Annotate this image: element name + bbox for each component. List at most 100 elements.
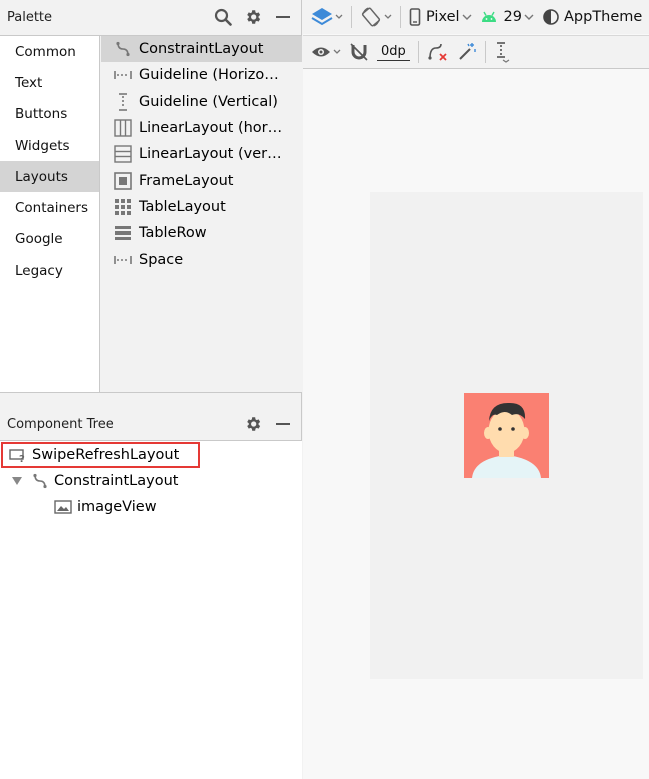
linear-layout-vertical-icon bbox=[113, 145, 133, 164]
clear-constraints-button[interactable] bbox=[423, 36, 453, 68]
design-surface-button[interactable] bbox=[303, 0, 347, 34]
palette-item-label: ConstraintLayout bbox=[139, 41, 264, 58]
table-row-icon bbox=[113, 224, 133, 242]
category-text[interactable]: Text bbox=[0, 67, 99, 98]
theme-label: AppTheme bbox=[564, 9, 643, 25]
constraint-layout-icon bbox=[113, 40, 133, 58]
space-icon bbox=[113, 251, 133, 269]
palette-item-linear-layout-vertical[interactable]: LinearLayout (ver… bbox=[101, 141, 302, 167]
palette-item-label: LinearLayout (hor… bbox=[139, 120, 283, 137]
guidelines-button[interactable] bbox=[490, 36, 514, 68]
gear-icon[interactable] bbox=[242, 6, 264, 28]
category-label: Buttons bbox=[15, 106, 68, 123]
palette-item-table-row[interactable]: TableRow bbox=[101, 220, 302, 246]
device-preview[interactable] bbox=[370, 192, 643, 679]
minimize-icon[interactable] bbox=[272, 413, 294, 435]
palette-item-space[interactable]: Space bbox=[101, 246, 302, 272]
default-margin-selector[interactable]: 0dp bbox=[373, 36, 414, 68]
category-google[interactable]: Google bbox=[0, 224, 99, 255]
swipe-refresh-layout-icon: ? bbox=[8, 446, 28, 464]
design-canvas[interactable] bbox=[303, 70, 649, 779]
design-toolbar: Pixel 29 AppTheme bbox=[303, 0, 649, 34]
phone-icon bbox=[409, 8, 421, 26]
theme-icon bbox=[543, 9, 559, 25]
category-label: Legacy bbox=[15, 262, 63, 279]
palette-item-label: Space bbox=[139, 251, 184, 268]
view-options-button[interactable] bbox=[303, 36, 345, 68]
guidelines-icon bbox=[496, 42, 510, 63]
device-label: Pixel bbox=[426, 9, 460, 25]
tree-node-constraint-layout[interactable]: ConstraintLayout bbox=[10, 468, 178, 494]
category-label: Google bbox=[15, 231, 63, 248]
infer-constraints-button[interactable] bbox=[453, 36, 481, 68]
theme-selector[interactable]: AppTheme bbox=[538, 0, 646, 34]
category-layouts[interactable]: Layouts bbox=[0, 161, 99, 193]
component-tree-header: Component Tree bbox=[0, 407, 302, 441]
tree-node-label: ConstraintLayout bbox=[54, 473, 179, 489]
eye-icon bbox=[312, 47, 330, 57]
left-panel: Palette Common Text Buttons Widgets Layo… bbox=[0, 0, 302, 779]
category-label: Text bbox=[15, 74, 43, 91]
chevron-down-icon bbox=[335, 14, 343, 19]
device-selector[interactable]: Pixel bbox=[405, 0, 476, 34]
minimize-icon[interactable] bbox=[272, 6, 294, 28]
magnet-off-icon bbox=[350, 43, 368, 61]
palette-items: ConstraintLayout Guideline (Horizo… Guid… bbox=[101, 36, 302, 392]
toolbar-separator bbox=[400, 6, 401, 28]
constraint-layout-icon bbox=[30, 472, 50, 490]
palette-categories: Common Text Buttons Widgets Layouts Cont… bbox=[0, 36, 100, 392]
category-containers[interactable]: Containers bbox=[0, 192, 99, 223]
toolbar-separator bbox=[351, 6, 352, 28]
gear-icon[interactable] bbox=[242, 413, 264, 435]
palette-item-frame-layout[interactable]: FrameLayout bbox=[101, 167, 302, 193]
api-level-selector[interactable]: 29 bbox=[476, 0, 538, 34]
magic-wand-icon bbox=[459, 43, 476, 60]
component-tree: ? SwipeRefreshLayout ConstraintLayout im… bbox=[0, 440, 302, 779]
palette-item-label: LinearLayout (ver… bbox=[139, 146, 282, 163]
palette-item-table-layout[interactable]: TableLayout bbox=[101, 194, 302, 220]
tree-node-image-view[interactable]: imageView bbox=[53, 494, 157, 520]
palette-item-linear-layout-horizontal[interactable]: LinearLayout (hor… bbox=[101, 115, 302, 141]
component-tree-title: Component Tree bbox=[7, 416, 114, 432]
chevron-down-icon bbox=[462, 14, 472, 20]
category-widgets[interactable]: Widgets bbox=[0, 130, 99, 161]
image-view-preview[interactable] bbox=[464, 393, 549, 478]
image-icon bbox=[53, 498, 73, 516]
palette-item-constraint-layout[interactable]: ConstraintLayout bbox=[101, 36, 302, 63]
category-legacy[interactable]: Legacy bbox=[0, 255, 99, 286]
expand-arrow-icon[interactable] bbox=[10, 472, 24, 490]
category-buttons[interactable]: Buttons bbox=[0, 99, 99, 130]
category-label: Layouts bbox=[15, 168, 68, 185]
autoconnect-toggle[interactable] bbox=[345, 36, 373, 68]
category-label: Widgets bbox=[15, 137, 70, 154]
tree-node-swipe-refresh-layout[interactable]: ? SwipeRefreshLayout bbox=[8, 442, 179, 468]
guideline-horizontal-icon bbox=[113, 66, 133, 84]
palette-item-label: Guideline (Horizo… bbox=[139, 67, 279, 84]
chevron-down-icon bbox=[384, 14, 392, 19]
chevron-down-icon bbox=[333, 49, 341, 54]
palette-item-label: FrameLayout bbox=[139, 172, 234, 189]
palette-body: Common Text Buttons Widgets Layouts Cont… bbox=[0, 35, 302, 393]
frame-layout-icon bbox=[113, 171, 133, 190]
clear-constraints-icon bbox=[428, 43, 447, 61]
default-margin-value: 0dp bbox=[377, 44, 410, 61]
category-common[interactable]: Common bbox=[0, 36, 99, 67]
tree-node-label: imageView bbox=[77, 499, 157, 515]
toolbar-separator bbox=[484, 41, 486, 63]
search-icon[interactable] bbox=[212, 6, 234, 28]
constraint-toolbar: 0dp bbox=[303, 35, 649, 69]
guideline-vertical-icon bbox=[113, 92, 133, 111]
rotate-device-icon bbox=[361, 7, 381, 27]
palette-item-label: TableRow bbox=[139, 225, 207, 242]
design-editor: Pixel 29 AppTheme 0dp bbox=[303, 0, 649, 779]
avatar-image bbox=[472, 402, 541, 478]
palette-item-guideline-horizontal[interactable]: Guideline (Horizo… bbox=[101, 62, 302, 88]
palette-item-label: Guideline (Vertical) bbox=[139, 93, 278, 110]
palette-item-label: TableLayout bbox=[139, 198, 226, 215]
orientation-button[interactable] bbox=[356, 0, 396, 34]
toolbar-separator bbox=[417, 41, 419, 63]
palette-item-guideline-vertical[interactable]: Guideline (Vertical) bbox=[101, 89, 302, 115]
android-icon bbox=[481, 11, 496, 22]
table-layout-icon bbox=[113, 198, 133, 216]
category-label: Common bbox=[15, 43, 76, 60]
